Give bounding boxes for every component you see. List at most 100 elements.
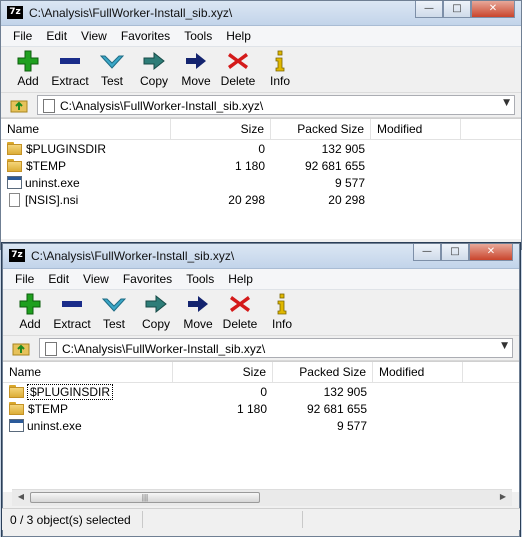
add-label: Add <box>19 317 41 331</box>
move-button[interactable]: Move <box>177 293 219 335</box>
table-row[interactable]: [NSIS].nsi 20 298 20 298 <box>1 191 521 208</box>
menu-tools[interactable]: Tools <box>177 26 219 46</box>
menu-help[interactable]: Help <box>219 26 258 46</box>
test-button[interactable]: Test <box>93 293 135 335</box>
extract-button[interactable]: Extract <box>51 293 93 335</box>
info-label: Info <box>269 74 290 88</box>
extract-button[interactable]: Extract <box>49 50 91 92</box>
document-icon <box>45 342 57 356</box>
table-row[interactable]: $TEMP 1 180 92 681 655 <box>1 157 521 174</box>
table-row[interactable]: uninst.exe 9 577 <box>3 417 519 434</box>
list-header: Name Size Packed Size Modified <box>1 119 521 140</box>
delete-label: Delete <box>220 74 256 88</box>
move-icon <box>186 53 206 69</box>
test-icon <box>102 298 126 312</box>
file-packed-size: 92 681 655 <box>304 158 365 173</box>
window-title: C:\Analysis\FullWorker-Install_sib.xyz\ <box>31 249 235 263</box>
menu-edit[interactable]: Edit <box>39 26 74 46</box>
dropdown-arrow-icon[interactable]: ▼ <box>503 98 510 108</box>
file-name: $PLUGINSDIR <box>26 383 114 400</box>
file-packed-size: 132 905 <box>321 141 365 156</box>
test-button[interactable]: Test <box>91 50 133 92</box>
column-packed-size[interactable]: Packed Size <box>273 362 373 382</box>
menu-view[interactable]: View <box>74 26 114 46</box>
file-size: 0 <box>260 384 267 399</box>
add-button[interactable]: Add <box>7 50 49 92</box>
delete-button[interactable]: Delete <box>217 50 259 92</box>
column-size[interactable]: Size <box>171 119 271 139</box>
info-button[interactable]: Info <box>259 50 301 92</box>
menu-help[interactable]: Help <box>221 269 260 289</box>
menu-tools[interactable]: Tools <box>179 269 221 289</box>
path-input[interactable]: C:\Analysis\FullWorker-Install_sib.xyz\ … <box>37 95 515 115</box>
file-packed-size: 92 681 655 <box>306 401 367 416</box>
file-name: $TEMP <box>28 401 69 416</box>
folder-icon <box>7 159 23 172</box>
scroll-left-icon[interactable]: ◀ <box>14 492 28 504</box>
column-modified[interactable]: Modified <box>371 119 461 139</box>
toolbar: Add Extract Test Copy Move Delete Info <box>1 47 521 93</box>
info-label: Info <box>271 317 292 331</box>
file-size: 0 <box>258 141 265 156</box>
column-name[interactable]: Name <box>3 362 173 382</box>
copy-label: Copy <box>139 74 168 88</box>
menu-favorites[interactable]: Favorites <box>114 26 177 46</box>
table-row[interactable]: $PLUGINSDIR 0 132 905 <box>3 383 519 400</box>
move-button[interactable]: Move <box>175 50 217 92</box>
info-button[interactable]: Info <box>261 293 303 335</box>
maximize-button[interactable]: □ <box>441 244 469 261</box>
info-icon <box>277 293 287 315</box>
copy-label: Copy <box>141 317 170 331</box>
move-label: Move <box>183 317 213 331</box>
menu-file[interactable]: File <box>6 26 39 46</box>
add-label: Add <box>17 74 39 88</box>
menu-file[interactable]: File <box>8 269 41 289</box>
table-row[interactable]: $TEMP 1 180 92 681 655 <box>3 400 519 417</box>
copy-button[interactable]: Copy <box>135 293 177 335</box>
column-modified[interactable]: Modified <box>373 362 463 382</box>
up-folder-button[interactable] <box>7 94 31 116</box>
maximize-button[interactable]: □ <box>443 1 471 18</box>
close-button[interactable]: ✕ <box>469 244 513 261</box>
title-bar[interactable]: 7z C:\Analysis\FullWorker-Install_sib.xy… <box>3 244 519 269</box>
menu-edit[interactable]: Edit <box>41 269 76 289</box>
copy-button[interactable]: Copy <box>133 50 175 92</box>
file-name: $PLUGINSDIR <box>26 141 107 156</box>
path-input[interactable]: C:\Analysis\FullWorker-Install_sib.xyz\ … <box>39 338 513 358</box>
dropdown-arrow-icon[interactable]: ▼ <box>501 341 508 351</box>
title-bar[interactable]: 7z C:\Analysis\FullWorker-Install_sib.xy… <box>1 1 521 26</box>
status-divider <box>302 511 303 528</box>
folder-icon <box>9 385 25 398</box>
file-packed-size: 9 577 <box>334 175 365 190</box>
scroll-right-icon[interactable]: ▶ <box>496 492 510 504</box>
exe-icon <box>7 176 22 189</box>
path-text: C:\Analysis\FullWorker-Install_sib.xyz\ <box>60 99 264 113</box>
file-name: uninst.exe <box>27 418 82 433</box>
minimize-button[interactable]: — <box>413 244 441 261</box>
column-size[interactable]: Size <box>173 362 273 382</box>
close-button[interactable]: ✕ <box>471 1 515 18</box>
menu-favorites[interactable]: Favorites <box>116 269 179 289</box>
table-row[interactable]: uninst.exe 9 577 <box>1 174 521 191</box>
status-bar: 0 / 3 object(s) selected <box>2 508 520 530</box>
table-row[interactable]: $PLUGINSDIR 0 132 905 <box>1 140 521 157</box>
minimize-button[interactable]: — <box>415 1 443 18</box>
info-icon <box>275 50 285 72</box>
add-button[interactable]: Add <box>9 293 51 335</box>
folder-icon <box>9 402 25 415</box>
copy-icon <box>145 294 167 314</box>
copy-icon <box>143 51 165 71</box>
exe-icon <box>9 419 24 432</box>
horizontal-scrollbar[interactable]: ◀ ||| ▶ <box>12 489 512 506</box>
test-icon <box>100 55 124 69</box>
scroll-thumb[interactable]: ||| <box>30 492 260 503</box>
extract-icon <box>62 301 82 307</box>
up-folder-button[interactable] <box>9 337 33 359</box>
column-packed-size[interactable]: Packed Size <box>271 119 371 139</box>
delete-button[interactable]: Delete <box>219 293 261 335</box>
menu-bar: File Edit View Favorites Tools Help <box>1 26 521 47</box>
7zip-app-icon: 7z <box>9 249 25 262</box>
menu-view[interactable]: View <box>76 269 116 289</box>
column-name[interactable]: Name <box>1 119 171 139</box>
menu-bar: File Edit View Favorites Tools Help <box>3 269 519 290</box>
